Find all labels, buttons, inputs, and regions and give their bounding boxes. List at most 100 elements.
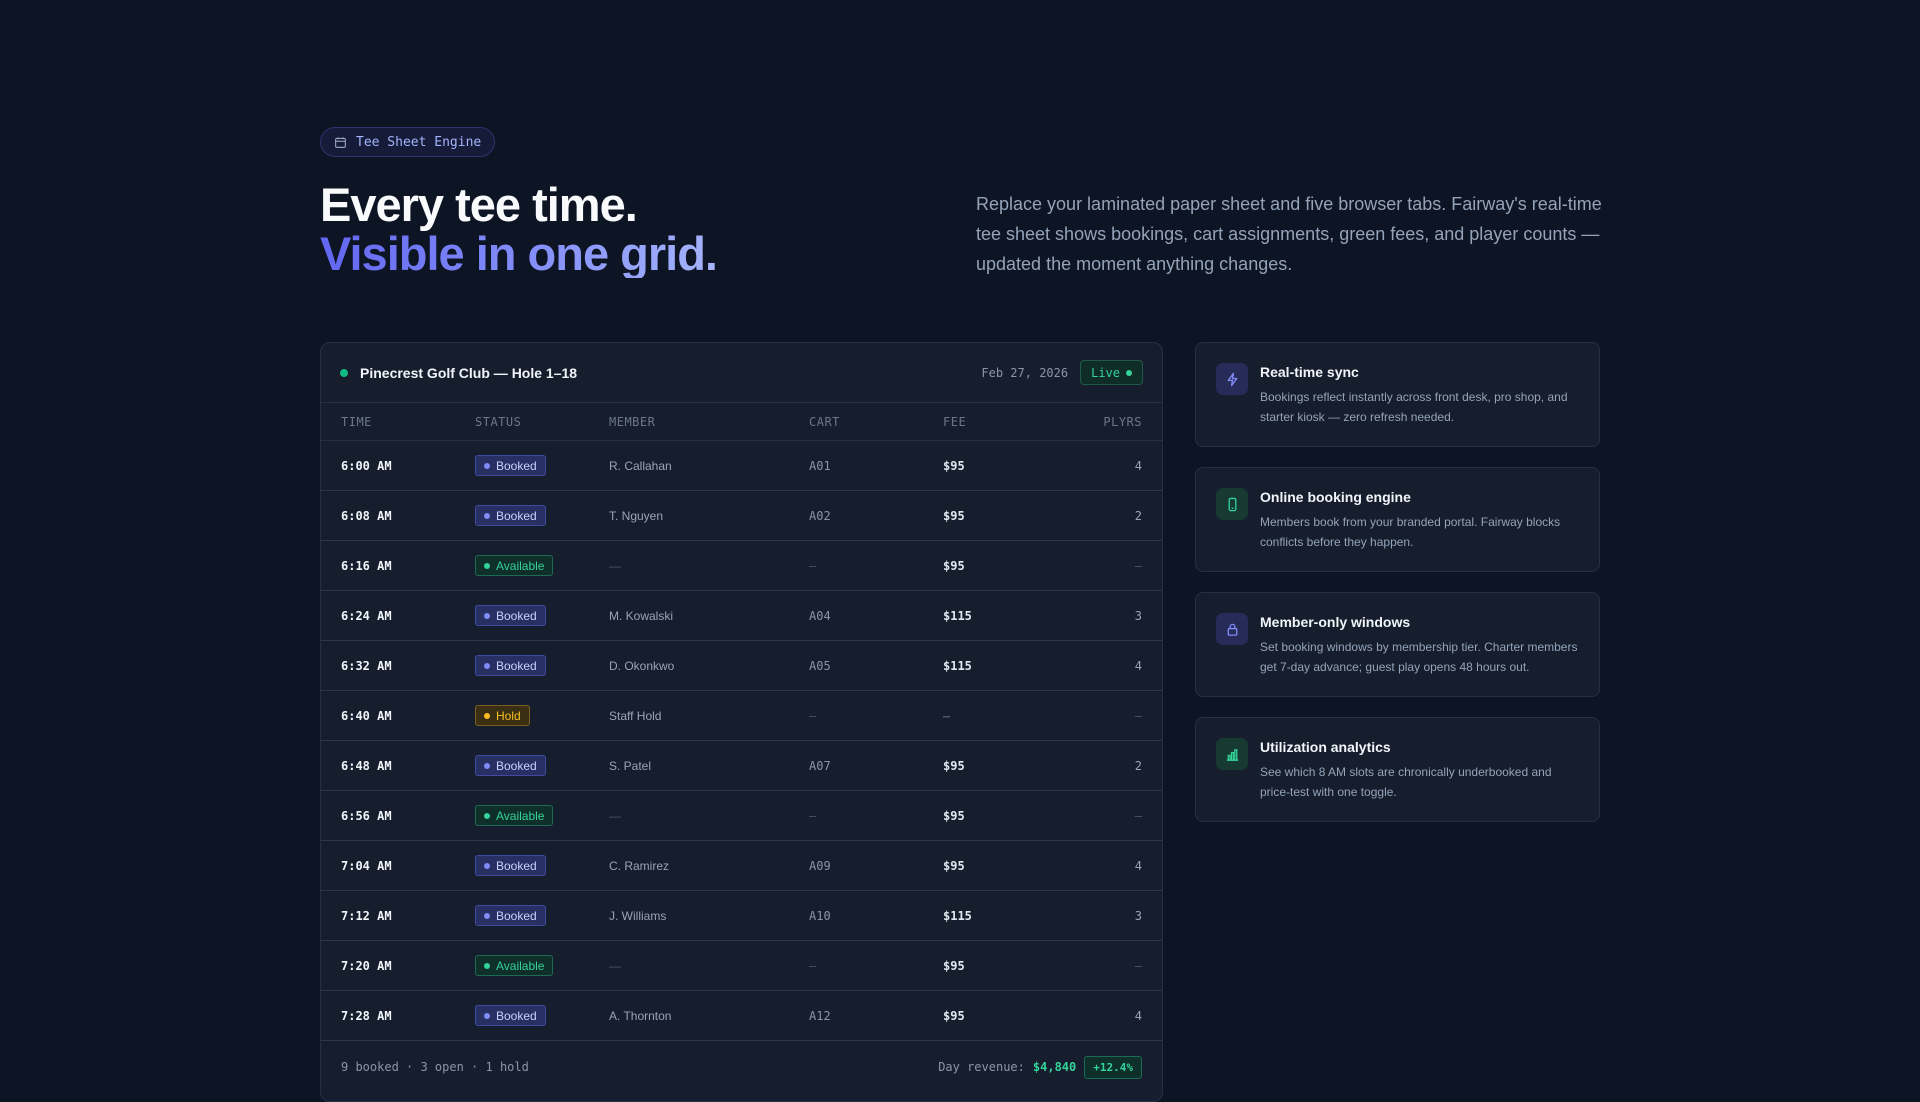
table-row[interactable]: 6:56 AM Available — – $95 – xyxy=(321,791,1162,841)
tee-sheet-header: Pinecrest Golf Club — Hole 1–18 Feb 27, … xyxy=(321,343,1162,403)
feature-card-online-booking[interactable]: Online booking engine Members book from … xyxy=(1195,467,1600,572)
member-name: M. Kowalski xyxy=(609,608,674,623)
feature-title: Online booking engine xyxy=(1260,489,1411,505)
status-label: Hold xyxy=(496,708,521,723)
status-badge[interactable]: Booked xyxy=(475,455,546,476)
tee-sheet-footer: 9 booked · 3 open · 1 hold Day revenue: … xyxy=(321,1041,1162,1093)
feature-title: Real-time sync xyxy=(1260,364,1359,380)
feature-description: See which 8 AM slots are chronically und… xyxy=(1260,765,1552,799)
live-label: Live xyxy=(1091,365,1120,380)
status-badge[interactable]: Booked xyxy=(475,755,546,776)
table-row[interactable]: 6:00 AM Booked R. Callahan A01 $95 4 xyxy=(321,441,1162,491)
status-badge[interactable]: Hold xyxy=(475,705,530,726)
member-name: Staff Hold xyxy=(609,708,662,723)
member-name: T. Nguyen xyxy=(609,508,664,523)
feature-card-utilization-analytics[interactable]: Utilization analytics See which 8 AM slo… xyxy=(1195,717,1600,822)
status-badge[interactable]: Booked xyxy=(475,505,546,526)
player-count: – xyxy=(1134,558,1142,573)
cart-id: A09 xyxy=(809,858,831,873)
status-badge[interactable]: Available xyxy=(475,555,554,576)
cart-id: A04 xyxy=(809,608,831,623)
table-row[interactable]: 7:04 AM Booked C. Ramirez A09 $95 4 xyxy=(321,841,1162,891)
cart-id: – xyxy=(809,558,817,573)
tee-time: 7:20 AM xyxy=(341,958,392,973)
status-dot-icon xyxy=(484,562,490,569)
cart-id: A12 xyxy=(809,1008,831,1023)
status-badge[interactable]: Available xyxy=(475,955,554,976)
sheet-date: Feb 27, 2026 xyxy=(981,365,1069,380)
member-name: A. Thornton xyxy=(609,1008,672,1023)
status-badge[interactable]: Booked xyxy=(475,1005,546,1026)
phone-icon xyxy=(1216,488,1248,520)
feature-description: Bookings reflect instantly across front … xyxy=(1260,390,1568,424)
status-badge[interactable]: Booked xyxy=(475,655,546,676)
hero-description: Replace your laminated paper sheet and f… xyxy=(976,194,1602,274)
green-fee: $95 xyxy=(943,1008,965,1023)
tee-sheet-engine-badge: Tee Sheet Engine xyxy=(320,127,496,157)
status-label: Available xyxy=(496,558,545,573)
cart-id: – xyxy=(809,958,817,973)
status-label: Available xyxy=(496,958,545,973)
green-fee: $95 xyxy=(943,858,965,873)
column-header-players[interactable]: PLYRS xyxy=(1077,415,1142,429)
column-header-status[interactable]: STATUS xyxy=(475,415,609,429)
member-name: — xyxy=(609,808,621,823)
status-badge[interactable]: Available xyxy=(475,805,554,826)
tee-time: 7:28 AM xyxy=(341,1008,392,1023)
table-row[interactable]: 6:24 AM Booked M. Kowalski A04 $115 3 xyxy=(321,591,1162,641)
hero-headline: Every tee time. Visible in one grid. xyxy=(320,178,718,278)
tee-sheet-panel: Pinecrest Golf Club — Hole 1–18 Feb 27, … xyxy=(320,342,1163,1102)
status-dot-icon xyxy=(484,512,490,519)
player-count: 4 xyxy=(1134,658,1142,673)
feature-title: Member-only windows xyxy=(1260,614,1411,630)
cart-id: – xyxy=(809,808,817,823)
status-dot-icon xyxy=(484,712,490,719)
feature-card-realtime-sync[interactable]: Real-time sync Bookings reflect instantl… xyxy=(1195,342,1600,447)
live-badge: Live xyxy=(1080,360,1143,385)
tee-time: 6:40 AM xyxy=(341,708,392,723)
status-label: Booked xyxy=(496,658,537,673)
player-count: 2 xyxy=(1134,508,1142,523)
status-label: Booked xyxy=(496,458,537,473)
status-badge[interactable]: Booked xyxy=(475,605,546,626)
table-row[interactable]: 6:16 AM Available — – $95 – xyxy=(321,541,1162,591)
player-count: 3 xyxy=(1134,608,1142,623)
headline-line-1: Every tee time. xyxy=(320,178,638,231)
player-count: 4 xyxy=(1134,1008,1142,1023)
table-row[interactable]: 6:48 AM Booked S. Patel A07 $95 2 xyxy=(321,741,1162,791)
feature-description: Members book from your branded portal. F… xyxy=(1260,515,1561,549)
table-row[interactable]: 6:32 AM Booked D. Okonkwo A05 $115 4 xyxy=(321,641,1162,691)
player-count: – xyxy=(1134,958,1142,973)
table-row[interactable]: 6:08 AM Booked T. Nguyen A02 $95 2 xyxy=(321,491,1162,541)
status-dot-icon xyxy=(484,912,490,919)
status-label: Booked xyxy=(496,1008,537,1023)
status-dot-icon xyxy=(484,862,490,869)
live-dot-icon xyxy=(1126,369,1132,376)
cart-id: A02 xyxy=(809,508,831,523)
status-dot-icon xyxy=(484,1012,490,1019)
column-header-fee[interactable]: FEE xyxy=(943,415,1077,429)
member-name: — xyxy=(609,958,621,973)
column-header-member[interactable]: MEMBER xyxy=(609,415,809,429)
feature-description: Set booking windows by membership tier. … xyxy=(1260,640,1578,674)
green-fee: $95 xyxy=(943,508,965,523)
status-dot-icon xyxy=(484,662,490,669)
column-header-time[interactable]: TIME xyxy=(341,415,475,429)
tee-time-rows: 6:00 AM Booked R. Callahan A01 $95 4 6:08 AM Bo… xyxy=(321,441,1162,1041)
table-row[interactable]: 7:12 AM Booked J. Williams A10 $115 3 xyxy=(321,891,1162,941)
player-count: – xyxy=(1134,708,1142,723)
feature-card-member-windows[interactable]: Member-only windows Set booking windows … xyxy=(1195,592,1600,697)
green-fee: $95 xyxy=(943,958,965,973)
column-header-cart[interactable]: CART xyxy=(809,415,943,429)
tee-time: 6:48 AM xyxy=(341,758,392,773)
status-badge[interactable]: Booked xyxy=(475,855,546,876)
status-dot-icon xyxy=(484,762,490,769)
table-row[interactable]: 7:20 AM Available — – $95 – xyxy=(321,941,1162,991)
green-fee: $115 xyxy=(943,658,972,673)
table-row[interactable]: 6:40 AM Hold Staff Hold – – – xyxy=(321,691,1162,741)
cart-id: A07 xyxy=(809,758,831,773)
table-row[interactable]: 7:28 AM Booked A. Thornton A12 $95 4 xyxy=(321,991,1162,1041)
status-badge[interactable]: Booked xyxy=(475,905,546,926)
member-name: S. Patel xyxy=(609,758,652,773)
booking-summary: 9 booked · 3 open · 1 hold xyxy=(341,1060,529,1074)
